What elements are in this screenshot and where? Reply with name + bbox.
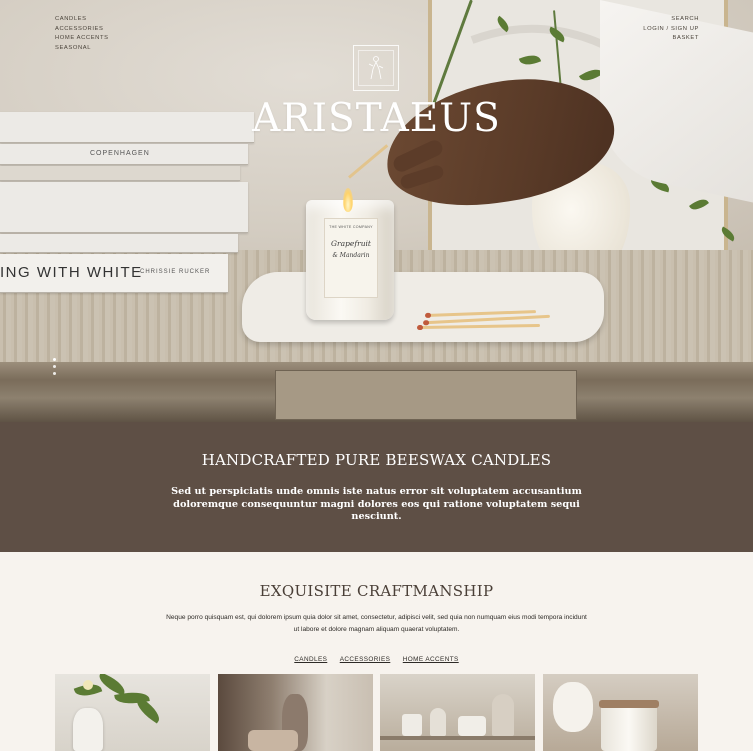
shelf	[380, 736, 535, 740]
nav-accessories[interactable]: ACCESSORIES	[55, 25, 109, 35]
book: COPENHAGEN	[0, 144, 248, 165]
book	[0, 166, 240, 181]
book	[0, 234, 238, 253]
login-signup-link[interactable]: LOGIN / SIGN UP	[643, 25, 699, 35]
white-vase	[553, 682, 593, 732]
book: ING WITH WHITE CHRISSIE RUCKER	[0, 254, 228, 293]
slider-dot[interactable]	[53, 372, 56, 375]
banner-title: HANDCRAFTED PURE BEESWAX CANDLES	[201, 451, 552, 469]
nav-home-accents[interactable]: HOME ACCENTS	[55, 34, 109, 44]
stone-tray	[242, 272, 604, 342]
nav-candles[interactable]: CANDLES	[55, 15, 109, 25]
candle-scent: Grapefruit	[331, 239, 371, 248]
brand-title[interactable]: ARISTAEUS	[0, 96, 753, 141]
candle-flame	[343, 188, 353, 212]
craftsmanship-section: EXQUISITE CRAFTMANSHIP Neque porro quisq…	[0, 552, 753, 751]
slider-dot[interactable]	[53, 365, 56, 368]
category-link-candles[interactable]: CANDLES	[294, 656, 327, 663]
book-spine-title: ING WITH WHITE	[0, 264, 143, 281]
nav-seasonal[interactable]: SEASONAL	[55, 44, 109, 54]
category-links: CANDLES ACCESSORIES HOME ACCENTS	[0, 648, 753, 666]
search-link[interactable]: SEARCH	[643, 15, 699, 25]
jar	[248, 730, 298, 751]
primary-nav: CANDLES ACCESSORIES HOME ACCENTS SEASONA…	[55, 15, 109, 53]
section-title: EXQUISITE CRAFTMANSHIP	[259, 582, 494, 600]
hero-image: COPENHAGEN ING WITH WHITE CHRISSIE RUCKE…	[0, 0, 753, 422]
intro-banner: HANDCRAFTED PURE BEESWAX CANDLES Sed ut …	[0, 422, 753, 552]
candle-scent-2: & Mandarin	[332, 252, 370, 259]
slider-dot[interactable]	[53, 358, 56, 361]
book-spine-author: CHRISSIE RUCKER	[140, 269, 211, 275]
slider-dots	[53, 358, 56, 379]
table-plank	[275, 370, 577, 420]
shelf-decor-tile[interactable]	[380, 674, 535, 751]
bottle	[430, 708, 446, 736]
white-vase	[73, 708, 103, 751]
flower	[83, 680, 93, 690]
utility-nav: SEARCH LOGIN / SIGN UP BASKET	[643, 15, 699, 44]
basket-link[interactable]: BASKET	[643, 34, 699, 44]
section-text: Neque porro quisquam est, qui dolorem ip…	[166, 614, 587, 633]
vase	[492, 694, 514, 736]
banner-text: Sed ut perspiciatis unde omnis iste natu…	[171, 486, 582, 522]
category-link-accessories[interactable]: ACCESSORIES	[340, 656, 391, 663]
candle-jar	[601, 704, 657, 751]
vase-jar-tile[interactable]	[218, 674, 373, 751]
bowl	[458, 716, 486, 736]
logo-emblem-icon[interactable]	[353, 45, 399, 91]
candle-brand: THE WHITE COMPANY	[329, 225, 373, 229]
product-tiles	[55, 674, 698, 751]
book-spine-title: COPENHAGEN	[90, 150, 150, 157]
jar	[402, 714, 422, 736]
candle-jar-tile[interactable]	[543, 674, 698, 751]
category-link-home-accents[interactable]: HOME ACCENTS	[403, 656, 459, 663]
candle-label: THE WHITE COMPANY Grapefruit & Mandarin	[324, 218, 378, 298]
book	[0, 182, 248, 233]
candle-lid	[599, 700, 659, 708]
plant-vase-tile[interactable]	[55, 674, 210, 751]
classical-figure-icon	[368, 56, 384, 80]
